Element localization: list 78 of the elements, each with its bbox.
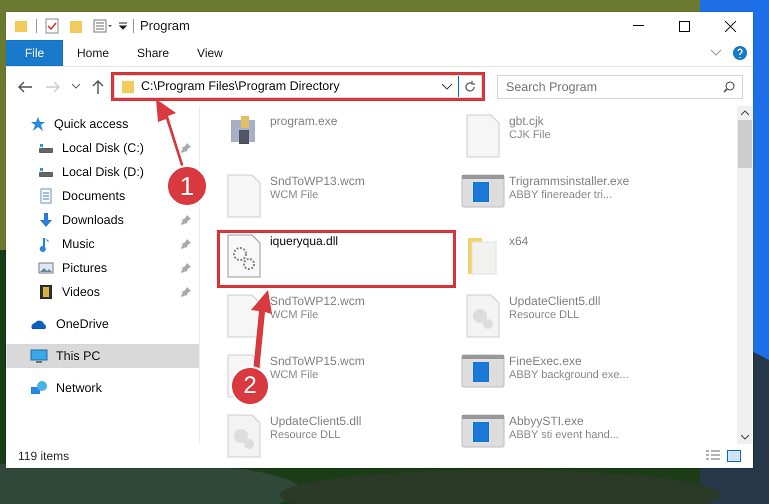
back-arrow-icon[interactable]: [18, 80, 32, 92]
file-name: iqueryqua.dll: [270, 234, 338, 249]
large-icons-view-icon[interactable]: [727, 450, 741, 462]
file-name: SndToWP12.wcm: [270, 294, 365, 309]
file-name: UpdateClient5.dll: [270, 414, 362, 429]
picture-icon: [38, 260, 54, 276]
document-icon: [466, 114, 500, 158]
item-count: 119 items: [18, 448, 70, 465]
file-item[interactable]: iqueryqua.dll: [217, 230, 456, 288]
navigation-item[interactable]: Local Disk (D:): [6, 160, 150, 184]
document-icon: [38, 188, 54, 204]
navigation-item[interactable]: Quick access: [6, 112, 134, 136]
document-icon: [227, 174, 261, 218]
close-icon: [724, 20, 736, 32]
file-name: UpdateClient5.dll: [509, 294, 600, 309]
navigation-item[interactable]: Pictures: [6, 256, 114, 280]
navigation-item[interactable]: Videos: [6, 280, 106, 304]
network-icon: [30, 380, 48, 396]
file-type: WCM File: [270, 369, 320, 383]
file-type: ABBY sti event hand...: [509, 429, 619, 443]
file-type: ABBY finereader tri...: [509, 189, 614, 203]
minimize-icon: [632, 25, 644, 27]
file-name: x64: [509, 234, 528, 249]
folder-icon: [14, 19, 28, 33]
properties-icon[interactable]: [45, 18, 59, 34]
customize-toolbar-icon[interactable]: [119, 22, 127, 30]
folder-icon: [121, 80, 135, 94]
dropdown-caret-icon[interactable]: [442, 84, 452, 90]
up-arrow-icon[interactable]: [92, 80, 104, 94]
dropdown-caret-icon[interactable]: [72, 84, 80, 90]
star-icon: [30, 116, 46, 132]
help-icon[interactable]: [733, 46, 747, 60]
address-path: C:\Program Files\Program Directory: [141, 78, 341, 96]
dll-document-icon: [227, 414, 261, 458]
file-tab[interactable]: File: [6, 40, 63, 66]
download-arrow-icon: [38, 212, 54, 228]
document-icon: [227, 294, 261, 338]
gear-document-icon: [227, 234, 261, 278]
scrollbar[interactable]: [737, 106, 753, 444]
search-icon[interactable]: [723, 80, 735, 92]
refresh-icon[interactable]: [464, 80, 476, 92]
maximize-icon: [678, 20, 690, 32]
view-options-icon[interactable]: [93, 19, 113, 33]
ribbon-tab[interactable]: Home: [63, 40, 124, 66]
details-view-icon[interactable]: [705, 450, 721, 462]
navigation-item[interactable]: Network: [6, 376, 108, 400]
file-name: program.exe: [270, 114, 338, 129]
navigation-item[interactable]: Local Disk (C:): [6, 136, 150, 160]
file-type: WCM File: [270, 309, 320, 323]
navigation-item[interactable]: Music: [6, 232, 101, 256]
file-type: Resource DLL: [270, 429, 342, 443]
file-type: CJK File: [509, 129, 551, 143]
file-name: FineExec.exe: [509, 354, 583, 369]
monitor-icon: [30, 348, 48, 364]
application-window-icon: [461, 174, 505, 208]
file-name: SndToWP13.wcm: [270, 174, 365, 189]
file-name: AbbyySTI.exe: [509, 414, 585, 429]
navigation-item[interactable]: Downloads: [6, 208, 130, 232]
file-name: Trigrammsinstaller.exe: [509, 174, 630, 189]
file-type: ABBY background exe...: [509, 369, 629, 383]
navigation-item[interactable]: Documents: [6, 184, 132, 208]
application-window-icon: [461, 354, 505, 388]
navigation-item[interactable]: This PC: [6, 344, 199, 368]
film-icon: [38, 284, 54, 300]
file-name: gbt.cjk: [509, 114, 545, 129]
scrollbar-thumb[interactable]: [738, 120, 752, 168]
application-window-icon: [461, 414, 505, 448]
file-type: Resource DLL: [509, 309, 580, 323]
window-title: Program: [140, 17, 190, 36]
address-bar[interactable]: C:\Program Files\Program Directory: [114, 75, 482, 98]
search-field[interactable]: Search Program: [497, 74, 743, 98]
navigation-item[interactable]: OneDrive: [6, 312, 115, 336]
ribbon-tab[interactable]: Share: [123, 40, 184, 66]
file-type: WCM File: [270, 189, 320, 203]
expand-ribbon-icon[interactable]: [711, 50, 721, 56]
dll-document-icon: [466, 294, 500, 338]
file-name: SndToWP15.wcm: [270, 354, 365, 369]
ribbon-tab[interactable]: View: [183, 40, 237, 66]
